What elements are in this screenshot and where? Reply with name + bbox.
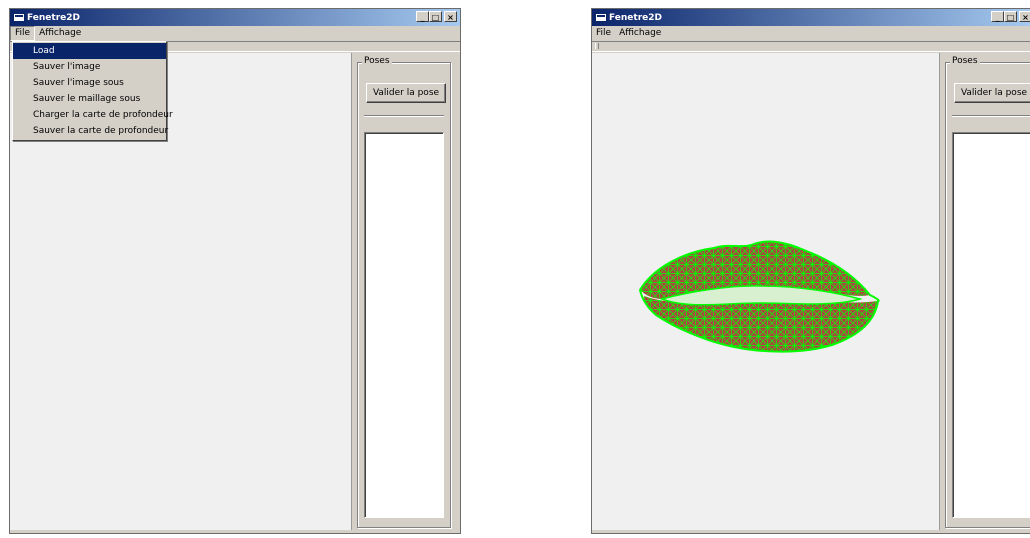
- validate-pose-button[interactable]: Valider la pose: [954, 83, 1030, 103]
- maximize-icon[interactable]: □: [429, 11, 442, 22]
- file-menu-dropdown: Load Sauver l'image Sauver l'image sous …: [12, 41, 173, 141]
- maximize-icon[interactable]: □: [1004, 11, 1017, 22]
- app-icon[interactable]: [13, 13, 25, 22]
- close-icon[interactable]: ×: [444, 11, 457, 22]
- close-icon[interactable]: ×: [1019, 11, 1030, 22]
- poses-group-label: Poses: [362, 56, 392, 66]
- window-title: Fenetre2D: [27, 12, 80, 23]
- toolbar-grip[interactable]: [595, 43, 599, 49]
- minimize-icon[interactable]: _: [416, 11, 429, 22]
- menu-affichage[interactable]: Affichage: [615, 27, 665, 40]
- poses-list[interactable]: [952, 132, 1030, 518]
- menu-item-save-image[interactable]: Sauver l'image: [13, 59, 166, 75]
- menu-item-save-mesh-as[interactable]: Sauver le maillage sous: [13, 91, 166, 107]
- menu-affichage[interactable]: Affichage: [35, 27, 85, 40]
- menu-file[interactable]: File: [592, 27, 615, 40]
- menu-item-save-depth-map[interactable]: Sauver la carte de profondeur: [13, 123, 168, 139]
- menu-bar: File Affichage: [10, 26, 460, 41]
- poses-group-label: Poses: [950, 56, 980, 66]
- menu-bar: File Affichage: [592, 26, 1030, 41]
- fenetre2d-window-right: Fenetre2D _ □ × File Affichage Poses Val…: [591, 8, 1030, 534]
- separator: [364, 115, 444, 117]
- menu-item-load[interactable]: Load: [13, 43, 166, 59]
- poses-list[interactable]: [364, 132, 444, 518]
- drawing-canvas[interactable]: [592, 53, 940, 530]
- menu-item-save-image-as[interactable]: Sauver l'image sous: [13, 75, 166, 91]
- toolbar-strip: [592, 41, 1030, 52]
- separator: [952, 115, 1030, 117]
- menu-item-load-depth-map[interactable]: Charger la carte de profondeur: [13, 107, 173, 123]
- window-title: Fenetre2D: [609, 12, 662, 23]
- title-bar[interactable]: Fenetre2D _ □ ×: [592, 9, 1030, 26]
- poses-group: Poses Valider la pose: [945, 56, 1030, 528]
- caption-buttons: _ □ ×: [416, 11, 457, 22]
- app-icon[interactable]: [595, 13, 607, 22]
- minimize-icon[interactable]: _: [991, 11, 1004, 22]
- menu-file[interactable]: File: [10, 26, 36, 41]
- caption-buttons: _ □ ×: [991, 11, 1030, 22]
- lips-mesh-image: [638, 240, 880, 353]
- poses-group: Poses Valider la pose: [357, 56, 451, 528]
- title-bar[interactable]: Fenetre2D _ □ ×: [10, 9, 460, 26]
- validate-pose-button[interactable]: Valider la pose: [366, 83, 446, 103]
- fenetre2d-window-left: Fenetre2D _ □ × File Affichage Poses Val…: [9, 8, 461, 534]
